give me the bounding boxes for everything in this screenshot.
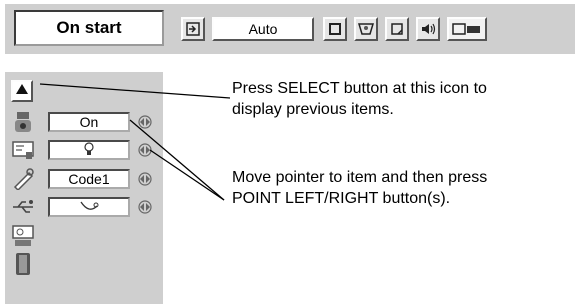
callout-lines [39,83,231,201]
callout-pointer-line2: POINT LEFT/RIGHT button(s). [232,190,451,207]
callout-pointer-line1: Move pointer to item and then press [232,169,488,186]
callout-select-line2: display previous items. [232,101,394,118]
callout-pointer: Move pointer to item and then press POIN… [232,167,487,209]
callout-select-line1: Press SELECT button at this icon to [232,80,487,97]
callout-select: Press SELECT button at this icon to disp… [232,78,487,120]
